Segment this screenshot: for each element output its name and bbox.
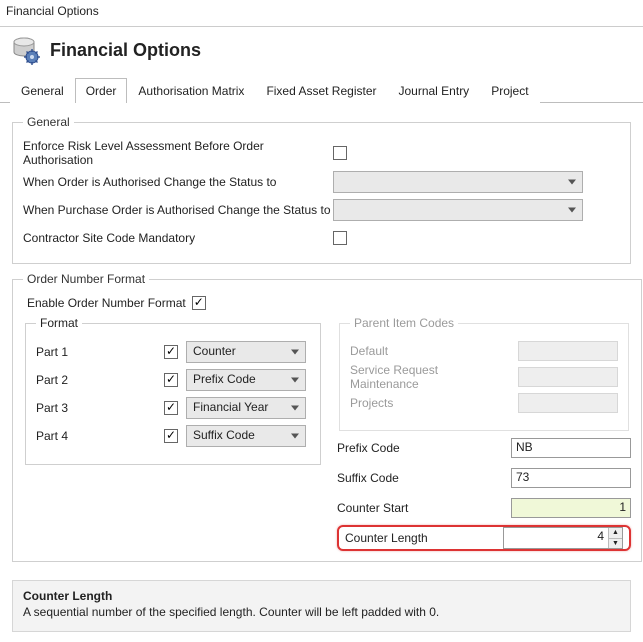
- po-status-select[interactable]: [333, 199, 583, 221]
- parent-projects-field: [518, 393, 618, 413]
- contractor-code-label: Contractor Site Code Mandatory: [23, 231, 333, 245]
- suffix-code-label: Suffix Code: [337, 471, 487, 485]
- enforce-risk-checkbox[interactable]: [333, 146, 347, 160]
- part4-checkbox[interactable]: [164, 429, 178, 443]
- part3-select[interactable]: Financial Year: [186, 397, 306, 419]
- chevron-up-icon[interactable]: ▲: [609, 528, 622, 539]
- contractor-code-checkbox[interactable]: [333, 231, 347, 245]
- tab-project[interactable]: Project: [480, 78, 539, 103]
- part4-select[interactable]: Suffix Code: [186, 425, 306, 447]
- counter-length-input[interactable]: 4: [504, 528, 608, 548]
- window-title: Financial Options: [0, 0, 643, 26]
- page-title: Financial Options: [50, 40, 201, 61]
- tab-order[interactable]: Order: [75, 78, 128, 103]
- part3-checkbox[interactable]: [164, 401, 178, 415]
- enable-onf-checkbox[interactable]: [192, 296, 206, 310]
- order-status-label: When Order is Authorised Change the Stat…: [23, 175, 333, 189]
- suffix-code-input[interactable]: 73: [511, 468, 631, 488]
- database-gear-icon: [10, 35, 40, 65]
- prefix-code-input[interactable]: NB: [511, 438, 631, 458]
- part1-label: Part 1: [36, 345, 156, 359]
- parent-srm-field: [518, 367, 618, 387]
- tab-strip: General Order Authorisation Matrix Fixed…: [0, 77, 643, 103]
- part2-checkbox[interactable]: [164, 373, 178, 387]
- tab-general[interactable]: General: [10, 78, 75, 103]
- general-group-legend: General: [23, 115, 74, 129]
- parent-item-codes-legend: Parent Item Codes: [350, 316, 458, 330]
- prefix-code-label: Prefix Code: [337, 441, 487, 455]
- parent-projects-label: Projects: [350, 396, 510, 410]
- counter-length-stepper[interactable]: ▲ ▼: [608, 528, 622, 548]
- tab-authorisation-matrix[interactable]: Authorisation Matrix: [127, 78, 255, 103]
- parent-default-label: Default: [350, 344, 510, 358]
- parent-srm-label: Service Request Maintenance: [350, 363, 510, 391]
- order-number-format-legend: Order Number Format: [23, 272, 149, 286]
- chevron-down-icon[interactable]: ▼: [609, 539, 622, 549]
- counter-length-highlight: Counter Length 4 ▲ ▼: [337, 525, 631, 551]
- format-legend: Format: [36, 316, 82, 330]
- part2-select[interactable]: Prefix Code: [186, 369, 306, 391]
- order-panel: General Enforce Risk Level Assessment Be…: [0, 103, 643, 580]
- counter-start-input[interactable]: 1: [511, 498, 631, 518]
- header: Financial Options: [0, 27, 643, 71]
- help-title: Counter Length: [23, 589, 620, 603]
- counter-start-label: Counter Start: [337, 501, 487, 515]
- tab-journal-entry[interactable]: Journal Entry: [387, 78, 480, 103]
- order-number-format-group: Order Number Format Enable Order Number …: [12, 272, 642, 562]
- part3-label: Part 3: [36, 401, 156, 415]
- counter-length-label: Counter Length: [345, 531, 495, 545]
- counter-length-spinner[interactable]: 4 ▲ ▼: [503, 527, 623, 549]
- po-status-label: When Purchase Order is Authorised Change…: [23, 203, 333, 217]
- part1-checkbox[interactable]: [164, 345, 178, 359]
- general-group: General Enforce Risk Level Assessment Be…: [12, 115, 631, 264]
- enforce-risk-label: Enforce Risk Level Assessment Before Ord…: [23, 139, 333, 167]
- enable-onf-label: Enable Order Number Format: [27, 296, 186, 310]
- help-description: A sequential number of the specified len…: [23, 605, 620, 619]
- parent-default-field: [518, 341, 618, 361]
- part1-select[interactable]: Counter: [186, 341, 306, 363]
- order-status-select[interactable]: [333, 171, 583, 193]
- help-panel: Counter Length A sequential number of th…: [12, 580, 631, 632]
- tab-fixed-asset-register[interactable]: Fixed Asset Register: [255, 78, 387, 103]
- format-group: Format Part 1 Counter Part 2 Prefix Code…: [25, 316, 321, 465]
- part2-label: Part 2: [36, 373, 156, 387]
- parent-item-codes-group: Parent Item Codes Default Service Reques…: [339, 316, 629, 431]
- part4-label: Part 4: [36, 429, 156, 443]
